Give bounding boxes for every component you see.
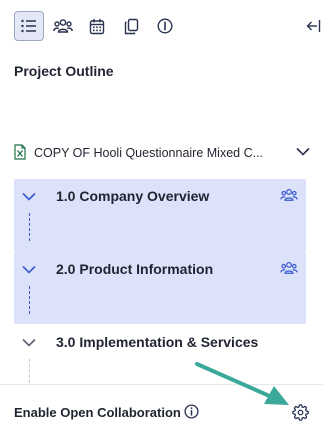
tree-connector — [29, 286, 30, 314]
collapse-panel-button[interactable] — [298, 11, 323, 41]
document-selector[interactable]: COPY OF Hooli Questionnaire Mixed C... — [14, 143, 310, 165]
chevron-down-icon[interactable] — [22, 192, 36, 201]
calendar-icon — [89, 18, 105, 34]
chevron-down-icon[interactable] — [22, 265, 36, 274]
people-icon[interactable] — [280, 188, 298, 202]
section-title: 3.0 Implementation & Services — [56, 334, 259, 350]
copy-button[interactable] — [116, 11, 146, 41]
document-name: COPY OF Hooli Questionnaire Mixed C... — [34, 146, 264, 160]
tree-connector — [29, 213, 30, 241]
section-title: 1.0 Company Overview — [56, 188, 210, 204]
info-button[interactable] — [150, 11, 180, 41]
chevron-down-icon[interactable] — [22, 338, 36, 347]
gear-icon[interactable] — [292, 404, 309, 421]
chevron-down-icon[interactable] — [296, 147, 310, 156]
people-icon[interactable] — [280, 261, 298, 275]
annotation-arrow-icon — [195, 362, 289, 405]
info-icon — [157, 18, 173, 34]
people-icon — [53, 19, 73, 33]
list-icon — [21, 19, 36, 33]
calendar-button[interactable] — [82, 11, 112, 41]
section-title: 2.0 Product Information — [56, 261, 214, 277]
copy-icon — [124, 18, 138, 34]
toolbar — [0, 0, 323, 52]
list-view-button[interactable] — [14, 11, 44, 41]
collab-label: Enable Open Collaboration — [14, 405, 181, 420]
page-title: Project Outline — [14, 63, 114, 79]
excel-file-icon — [14, 144, 26, 160]
collaborators-button[interactable] — [48, 11, 78, 41]
tree-connector — [29, 359, 30, 383]
outline-section-2[interactable]: 2.0 Product Information — [14, 252, 306, 324]
outline-section-1[interactable]: 1.0 Company Overview — [14, 179, 306, 252]
collapse-panel-icon — [306, 20, 320, 32]
